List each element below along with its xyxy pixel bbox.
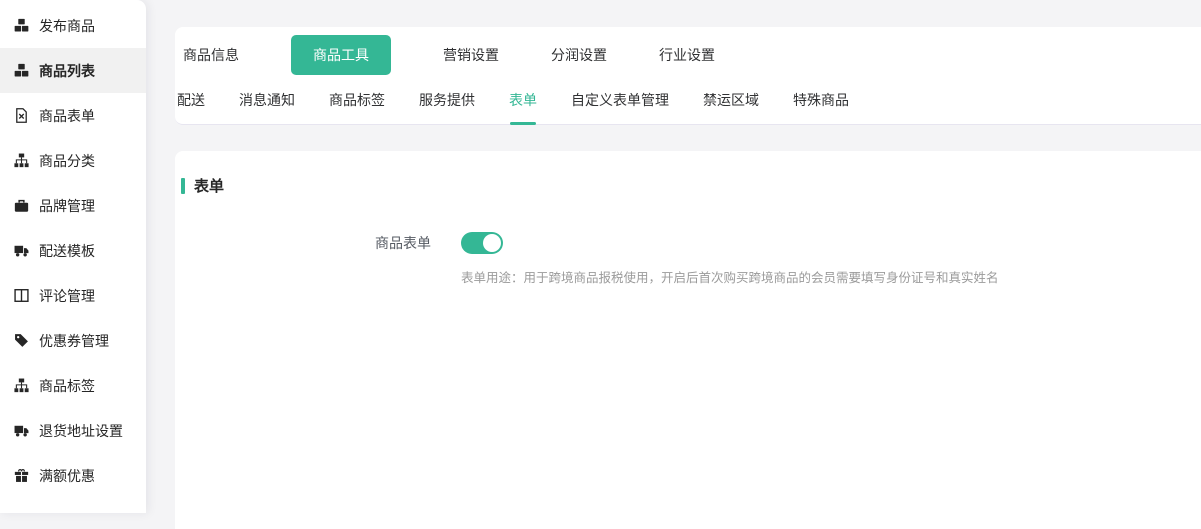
tab-secondary[interactable]: 自定义表单管理 <box>571 81 669 124</box>
tag-icon <box>14 333 29 348</box>
sidebar-item-label: 评论管理 <box>39 286 95 306</box>
product-form-toggle[interactable] <box>461 232 503 254</box>
sidebar-item[interactable]: 商品标签 <box>0 363 146 408</box>
form-label: 商品表单 <box>181 233 431 253</box>
form-row: 商品表单 <box>181 232 1201 254</box>
gift-icon <box>14 468 29 483</box>
tab-primary-label: 分润设置 <box>551 47 607 63</box>
tab-secondary-label: 商品标签 <box>329 92 385 108</box>
sidebar-item[interactable]: 商品列表 <box>0 48 146 93</box>
tab-secondary-label: 自定义表单管理 <box>571 92 669 108</box>
sidebar-item-label: 品牌管理 <box>39 196 95 216</box>
tab-secondary[interactable]: 配送 <box>177 81 205 124</box>
section-accent-bar <box>181 178 185 194</box>
tab-primary-label: 商品信息 <box>183 47 239 63</box>
sidebar-item[interactable]: 优惠券管理 <box>0 318 146 363</box>
tab-secondary-label: 禁运区域 <box>703 92 759 108</box>
tab-secondary[interactable]: 特殊商品 <box>793 81 849 124</box>
tab-secondary-label: 配送 <box>177 92 205 108</box>
sidebar-item[interactable]: 退货地址设置 <box>0 408 146 453</box>
sidebar-item-label: 商品表单 <box>39 106 95 126</box>
sidebar-item-label: 优惠券管理 <box>39 331 109 351</box>
sitemap-icon <box>14 153 29 168</box>
tab-secondary[interactable]: 商品标签 <box>329 81 385 124</box>
toggle-knob <box>483 234 501 252</box>
form-help-text: 表单用途：用于跨境商品报税使用，开启后首次购买跨境商品的会员需要填写身份证号和真… <box>461 267 1201 286</box>
tab-secondary-label: 服务提供 <box>419 92 475 108</box>
sitemap-icon <box>14 378 29 393</box>
sidebar-item[interactable]: 批量操作 <box>0 498 146 513</box>
section-title-text: 表单 <box>194 175 224 196</box>
sidebar-item-label: 商品标签 <box>39 376 95 396</box>
primary-tabs: 商品信息 商品工具 营销设置 分润设置 行业设置 <box>175 35 1201 75</box>
sidebar-item[interactable]: 品牌管理 <box>0 183 146 228</box>
main-area: 商品信息 商品工具 营销设置 分润设置 行业设置 配送 消息通知 商品标签 <box>175 0 1201 513</box>
sidebar-item-label: 配送模板 <box>39 241 95 261</box>
tab-primary-label: 商品工具 <box>313 47 369 63</box>
tab-secondary-label: 消息通知 <box>239 92 295 108</box>
tab-secondary-label: 特殊商品 <box>793 92 849 108</box>
content-card: 表单 商品表单 表单用途：用于跨境商品报税使用，开启后首次购买跨境商品的会员需要… <box>175 151 1201 529</box>
tab-primary[interactable]: 营销设置 <box>443 35 499 75</box>
sidebar-item-label: 发布商品 <box>39 16 95 36</box>
briefcase-icon <box>14 198 29 213</box>
tab-secondary[interactable]: 服务提供 <box>419 81 475 124</box>
tab-primary[interactable]: 行业设置 <box>659 35 715 75</box>
secondary-tabs: 配送 消息通知 商品标签 服务提供 表单 自定义表单管理 禁运区域 特殊商品 <box>175 81 1201 124</box>
columns-icon <box>14 288 29 303</box>
tab-primary[interactable]: 商品信息 <box>183 35 239 75</box>
sidebar-item[interactable]: 商品表单 <box>0 93 146 138</box>
tab-secondary[interactable]: 表单 <box>509 81 537 124</box>
tab-secondary-label: 表单 <box>509 92 537 108</box>
sidebar-item-label: 满额优惠 <box>39 466 95 486</box>
file-excel-icon <box>14 108 29 123</box>
cubes-icon <box>14 18 29 33</box>
tab-primary[interactable]: 商品工具 <box>291 35 391 75</box>
sidebar-item-label: 商品列表 <box>39 61 95 81</box>
sidebar-item[interactable]: 配送模板 <box>0 228 146 273</box>
tabs-card: 商品信息 商品工具 营销设置 分润设置 行业设置 配送 消息通知 商品标签 <box>175 27 1201 125</box>
sidebar-item-label: 商品分类 <box>39 151 95 171</box>
sidebar-item[interactable]: 评论管理 <box>0 273 146 318</box>
section-header: 表单 <box>181 175 1201 196</box>
sidebar: 发布商品 商品列表 商品表单 商品分类 品牌管理 配送模板 评论管理 优惠券管理… <box>0 0 146 513</box>
sidebar-item[interactable]: 满额优惠 <box>0 453 146 498</box>
sidebar-item-label: 退货地址设置 <box>39 421 123 441</box>
sidebar-item[interactable]: 商品分类 <box>0 138 146 183</box>
truck-icon <box>14 423 29 438</box>
tab-primary[interactable]: 分润设置 <box>551 35 607 75</box>
sidebar-item[interactable]: 发布商品 <box>0 3 146 48</box>
cubes-icon <box>14 63 29 78</box>
tab-primary-label: 营销设置 <box>443 47 499 63</box>
tab-secondary[interactable]: 禁运区域 <box>703 81 759 124</box>
tab-primary-label: 行业设置 <box>659 47 715 63</box>
tab-secondary[interactable]: 消息通知 <box>239 81 295 124</box>
truck-icon <box>14 243 29 258</box>
